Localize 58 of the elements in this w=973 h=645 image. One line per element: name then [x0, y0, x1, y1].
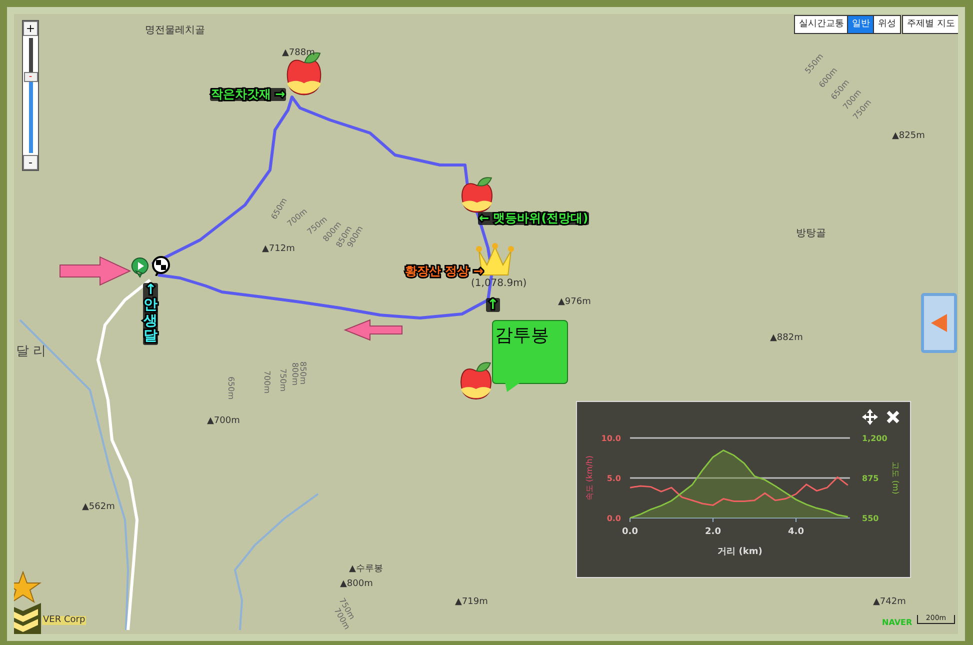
- map-type-tab[interactable]: 위성: [873, 15, 901, 34]
- axis-title: 속도 (km/h): [585, 456, 594, 500]
- contour-label: 850m: [298, 361, 307, 385]
- waypoint-label: 작은차갓재 →: [210, 88, 286, 101]
- peak-label: ▲800m: [340, 580, 373, 589]
- arrow-label: ↑: [486, 298, 500, 312]
- axis-tick-label: 4.0: [788, 527, 804, 537]
- zoom-in-button[interactable]: +: [23, 21, 38, 36]
- copyright-text: VER Corp: [42, 616, 86, 625]
- axis-title: 고도 (m): [891, 462, 900, 494]
- arrow-icon: [60, 256, 132, 286]
- peak-label: ▲976m: [558, 298, 591, 307]
- zoom-out-button[interactable]: -: [23, 155, 38, 170]
- peak-label: ▲882m: [770, 334, 803, 343]
- axis-title: 거리 (km): [718, 547, 762, 557]
- place-label: ↑안생달: [143, 283, 158, 345]
- axis-tick-label: 10.0: [601, 434, 621, 443]
- zoom-slider[interactable]: + - -: [22, 20, 39, 171]
- peak-label: ▲788m: [282, 49, 315, 58]
- apple-icon: [459, 176, 495, 214]
- peak-label: ▲수루봉: [349, 565, 383, 574]
- speech-bubble: 감투봉: [492, 320, 568, 384]
- axis-tick-label: 1,200: [862, 434, 888, 443]
- axis-tick-label: 0.0: [606, 514, 621, 523]
- map-type-tab[interactable]: 일반: [847, 15, 875, 34]
- axis-tick-label: 875: [862, 474, 879, 483]
- place-label: 달 리: [16, 345, 46, 358]
- place-label: 명전물레치골: [145, 26, 205, 36]
- axis-tick-label: 550: [862, 514, 879, 523]
- peak-label: ▲742m: [873, 598, 906, 607]
- panel-toggle-button[interactable]: [921, 293, 957, 353]
- place-label: 방탕골: [796, 229, 826, 239]
- peak-label: ▲719m: [455, 598, 488, 607]
- peak-label: ▲825m: [892, 132, 925, 141]
- bubble-tail-icon: [505, 382, 521, 392]
- axis-tick-label: 5.0: [606, 474, 621, 483]
- waypoint-label: ← 맷등바위(전망대): [478, 212, 590, 225]
- start-pin-icon: [131, 257, 149, 278]
- zoom-thumb[interactable]: -: [24, 72, 38, 82]
- peak-label: ▲712m: [262, 245, 295, 254]
- axis-tick-label: 2.0: [705, 527, 721, 537]
- map-logo: NAVER: [882, 619, 912, 627]
- contour-label: 750m: [278, 368, 287, 392]
- peak-label: ▲562m: [82, 503, 115, 512]
- axis-tick-label: 0.0: [622, 527, 638, 537]
- map-type-tab[interactable]: 주제별 지도: [902, 15, 958, 34]
- peak-label: ▲700m: [207, 417, 240, 426]
- map-type-tab[interactable]: 실시간교통: [794, 15, 849, 34]
- contour-label: 800m: [290, 362, 299, 386]
- close-icon: [886, 410, 900, 424]
- contour-label: 700m: [262, 370, 271, 394]
- crown-icon: [476, 243, 514, 276]
- move-icon: [861, 408, 879, 426]
- arrow-icon: [344, 319, 402, 341]
- contour-label: 650m: [226, 376, 235, 400]
- checkered-flag-icon: [152, 256, 170, 276]
- apple-icon: [458, 361, 494, 401]
- triangle-left-icon: [930, 313, 948, 333]
